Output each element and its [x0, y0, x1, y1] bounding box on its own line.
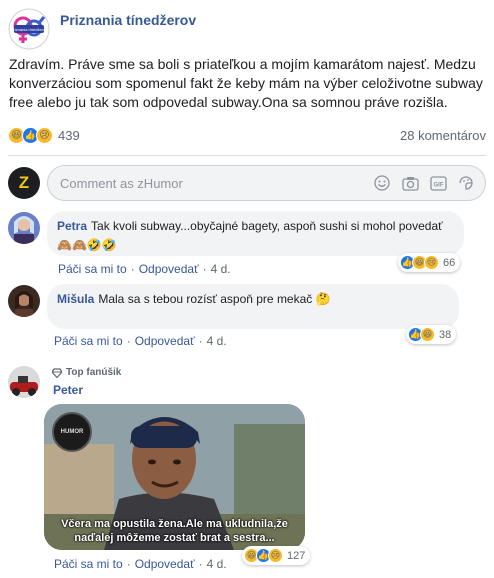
sad-reaction-icon: 😢 [424, 255, 439, 270]
page-name[interactable]: Priznania tínedžerov [60, 12, 196, 28]
sad-reaction-icon: 😢 [36, 126, 53, 144]
reply-link[interactable]: Odpovedať [135, 557, 195, 571]
svg-text:Priznania tínedžerov: Priznania tínedžerov [11, 27, 47, 32]
page-logo[interactable]: Priznania tínedžerov [8, 8, 50, 50]
reaction-count: 439 [58, 127, 80, 143]
comment-composer: Z Comment as zHumor GIF [8, 164, 486, 202]
diamond-icon [52, 367, 62, 378]
like-link[interactable]: Páči sa mi to [58, 262, 127, 276]
comment-reactions[interactable]: 👍 😆 😢 66 [398, 253, 461, 272]
post-reactions-bar: 😆 👍 😢 439 28 komentárov [8, 124, 486, 146]
comment-reactions[interactable]: 👍 😆 38 [406, 325, 457, 344]
sticker-icon[interactable] [457, 175, 475, 191]
haha-reaction-icon: 😆 [420, 327, 435, 342]
top-fan-badge: Top fanúšik [52, 367, 121, 378]
gif-watermark-badge: HUMOR [52, 412, 92, 452]
top-fan-label: Top fanúšik [66, 367, 122, 378]
comment-reaction-count: 38 [439, 328, 452, 341]
comment-count-link[interactable]: 28 komentárov [400, 128, 486, 143]
comment-text: Mala sa s tebou rozísť aspoň pre mekač 🤔 [98, 292, 331, 306]
emoji-icon[interactable] [373, 175, 391, 191]
gif-caption-line: Včera ma opustila žena.Ale ma ukludnila,… [61, 518, 288, 530]
zhumor-avatar: Z [8, 167, 40, 199]
gif-caption-line: naďalej môžeme zostať brat a sestra... [74, 532, 275, 544]
reaction-summary[interactable]: 😆 👍 😢 439 [8, 126, 80, 144]
comment-time[interactable]: 4 d. [207, 334, 227, 348]
reply-link[interactable]: Odpovedať [135, 334, 195, 348]
comment-reaction-count: 66 [443, 256, 456, 269]
comment-reactions[interactable]: 😆 👍 😢 127 [242, 546, 311, 565]
like-link[interactable]: Páči sa mi to [54, 334, 123, 348]
comment-author[interactable]: Petra [57, 219, 87, 233]
comment-actions: Páči sa mi to · Odpovedať · 4 d. [54, 334, 227, 348]
gif-icon[interactable]: GIF [429, 175, 447, 191]
comment-input-placeholder: Comment as zHumor [60, 175, 183, 191]
page-logo-image: Priznania tínedžerov [8, 8, 50, 50]
comment-bubble: Petra Tak kvoli subway...obyčajné bagety,… [47, 211, 464, 256]
comment-bubble: Mišula Mala sa s tebou rozísť aspoň pre m… [47, 284, 459, 329]
comment-actions: Páči sa mi to · Odpovedať · 4 d. [54, 557, 227, 571]
avatar[interactable] [8, 366, 40, 398]
post-header: Priznania tínedžerov Priznania tínedžero… [8, 8, 196, 50]
comment-reaction-count: 127 [287, 549, 306, 562]
gif-attachment[interactable]: HUMOR Včera ma opustila žena.Ale ma uklu… [44, 404, 305, 550]
comment-input[interactable]: Comment as zHumor GIF [47, 165, 486, 201]
camera-icon[interactable] [401, 175, 419, 191]
comment-time[interactable]: 4 d. [207, 557, 227, 571]
post-text: Zdravím. Práve sme sa boli s priateľkou … [9, 56, 483, 110]
comment-author[interactable]: Peter [53, 383, 83, 397]
divider [8, 155, 486, 156]
comment-text: Tak kvoli subway...obyčajné bagety, aspo… [57, 219, 443, 252]
sad-reaction-icon: 😢 [268, 548, 283, 563]
comment-actions: Páči sa mi to · Odpovedať · 4 d. [58, 262, 231, 276]
reply-link[interactable]: Odpovedať [139, 262, 199, 276]
gif-caption: Včera ma opustila žena.Ale ma ukludnila,… [44, 517, 305, 545]
svg-text:GIF: GIF [433, 182, 443, 188]
comment-time[interactable]: 4 d. [211, 262, 231, 276]
avatar[interactable] [8, 285, 40, 317]
comment-author[interactable]: Mišula [57, 292, 94, 306]
like-link[interactable]: Páči sa mi to [54, 557, 123, 571]
avatar[interactable] [8, 212, 40, 244]
